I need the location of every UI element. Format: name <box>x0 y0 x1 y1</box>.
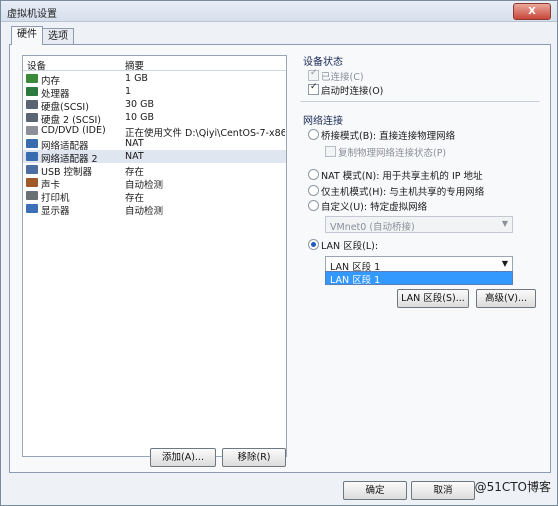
device-row[interactable]: 内存 1 GB <box>23 72 286 87</box>
remove-device-button[interactable]: 移除(R) <box>222 448 286 467</box>
device-name: CD/DVD (IDE) <box>41 125 106 136</box>
device-row[interactable]: 声卡 自动检测 <box>23 176 286 191</box>
column-header-summary[interactable]: 摘要 <box>125 58 144 72</box>
connect-at-power-on-checkbox[interactable]: ✓ <box>308 82 319 95</box>
device-row[interactable]: 硬盘 2 (SCSI) 10 GB <box>23 111 286 126</box>
vm-settings-window: 虚拟机设置 X 硬件 选项 设备 摘要 内存 1 GB 处理器 1 硬盘(SCSI) 30… <box>0 0 558 506</box>
connected-checkbox[interactable]: ✓ <box>308 68 319 81</box>
processor-icon <box>26 87 38 96</box>
device-summary: NAT <box>125 151 144 162</box>
device-summary: 30 GB <box>125 99 154 110</box>
display-icon <box>26 204 38 213</box>
device-row[interactable]: 网络适配器 2 NAT <box>23 150 286 165</box>
device-list[interactable]: 设备 摘要 内存 1 GB 处理器 1 硬盘(SCSI) 30 GB 硬盘 2 (SCSI)… <box>22 55 287 457</box>
nat-label: NAT 模式(N): 用于共享主机的 IP 地址 <box>321 171 483 182</box>
ok-button[interactable]: 确定 <box>343 481 407 500</box>
window-title: 虚拟机设置 <box>7 9 57 20</box>
checkmark-icon: ✓ <box>310 68 318 78</box>
lan-segment-label: LAN 区段(L): <box>321 241 379 252</box>
cd-dvd-icon <box>26 126 38 135</box>
hard-disk-icon <box>26 100 38 109</box>
hard-disk-icon <box>26 113 38 122</box>
device-summary: 1 <box>125 86 132 97</box>
custom-label: 自定义(U): 特定虚拟网络 <box>321 202 428 213</box>
device-row[interactable]: 打印机 存在 <box>23 189 286 204</box>
memory-icon <box>26 74 38 83</box>
connect-at-power-on-label: 启动时连接(O) <box>321 86 384 97</box>
device-row[interactable]: 显示器 自动检测 <box>23 202 286 217</box>
chevron-down-icon: ▼ <box>501 259 508 268</box>
custom-radio[interactable] <box>308 200 319 211</box>
sound-card-icon <box>26 178 38 187</box>
network-adapter-icon <box>26 139 38 148</box>
host-only-label: 仅主机模式(H): 与主机共享的专用网络 <box>321 187 485 198</box>
hardware-tab-panel: 设备 摘要 内存 1 GB 处理器 1 硬盘(SCSI) 30 GB 硬盘 2 (SCSI)… <box>9 44 551 473</box>
bridged-radio[interactable] <box>308 129 319 140</box>
watermark: @51CTO博客 <box>474 480 551 494</box>
cancel-button[interactable]: 取消 <box>411 481 475 500</box>
bridged-label: 桥接模式(B): 直接连接物理网络 <box>321 131 456 142</box>
custom-network-select[interactable]: VMnet0 (自动桥接) ▼ <box>325 216 513 233</box>
device-summary: NAT <box>125 138 144 149</box>
device-row[interactable]: 网络适配器 NAT <box>23 137 286 152</box>
device-summary: 1 GB <box>125 73 148 84</box>
advanced-button[interactable]: 高级(V)... <box>476 289 536 308</box>
tab-options[interactable]: 选项 <box>42 28 74 45</box>
add-device-button[interactable]: 添加(A)... <box>150 448 216 467</box>
tab-hardware[interactable]: 硬件 <box>11 26 43 45</box>
lan-segment-option[interactable]: LAN 区段 1 <box>326 272 512 286</box>
title-bar[interactable]: 虚拟机设置 X <box>1 1 557 22</box>
printer-icon <box>26 191 38 200</box>
lan-segment-dropdown[interactable]: LAN 区段 1 <box>325 271 513 286</box>
device-row[interactable]: CD/DVD (IDE) 正在使用文件 D:\Qiyi\CentOS-7-x86.… <box>23 124 286 139</box>
device-status-title: 设备状态 <box>303 57 343 68</box>
checkmark-icon: ✓ <box>310 82 318 92</box>
close-button[interactable]: X <box>513 3 551 20</box>
device-row[interactable]: 硬盘(SCSI) 30 GB <box>23 98 286 113</box>
device-row[interactable]: 处理器 1 <box>23 85 286 100</box>
replicate-state-label: 复制物理网络连接状态(P) <box>338 148 447 159</box>
nat-radio[interactable] <box>308 169 319 180</box>
lan-segments-button[interactable]: LAN 区段(S)... <box>397 289 469 308</box>
host-only-radio[interactable] <box>308 185 319 196</box>
usb-controller-icon <box>26 165 38 174</box>
network-adapter-icon <box>26 152 38 161</box>
lan-segment-radio[interactable] <box>308 239 319 250</box>
column-header-device[interactable]: 设备 <box>27 58 46 72</box>
device-list-header: 设备 摘要 <box>23 56 286 72</box>
replicate-state-checkbox[interactable] <box>325 146 336 157</box>
device-name: 显示器 <box>41 206 70 217</box>
device-summary: 10 GB <box>125 112 154 123</box>
custom-network-value: VMnet0 (自动桥接) <box>330 222 415 233</box>
radio-selected-dot <box>311 242 316 247</box>
connected-label: 已连接(C) <box>321 72 364 83</box>
device-summary: 自动检测 <box>125 206 164 217</box>
device-row[interactable]: USB 控制器 存在 <box>23 163 286 178</box>
chevron-down-icon: ▼ <box>501 219 508 228</box>
